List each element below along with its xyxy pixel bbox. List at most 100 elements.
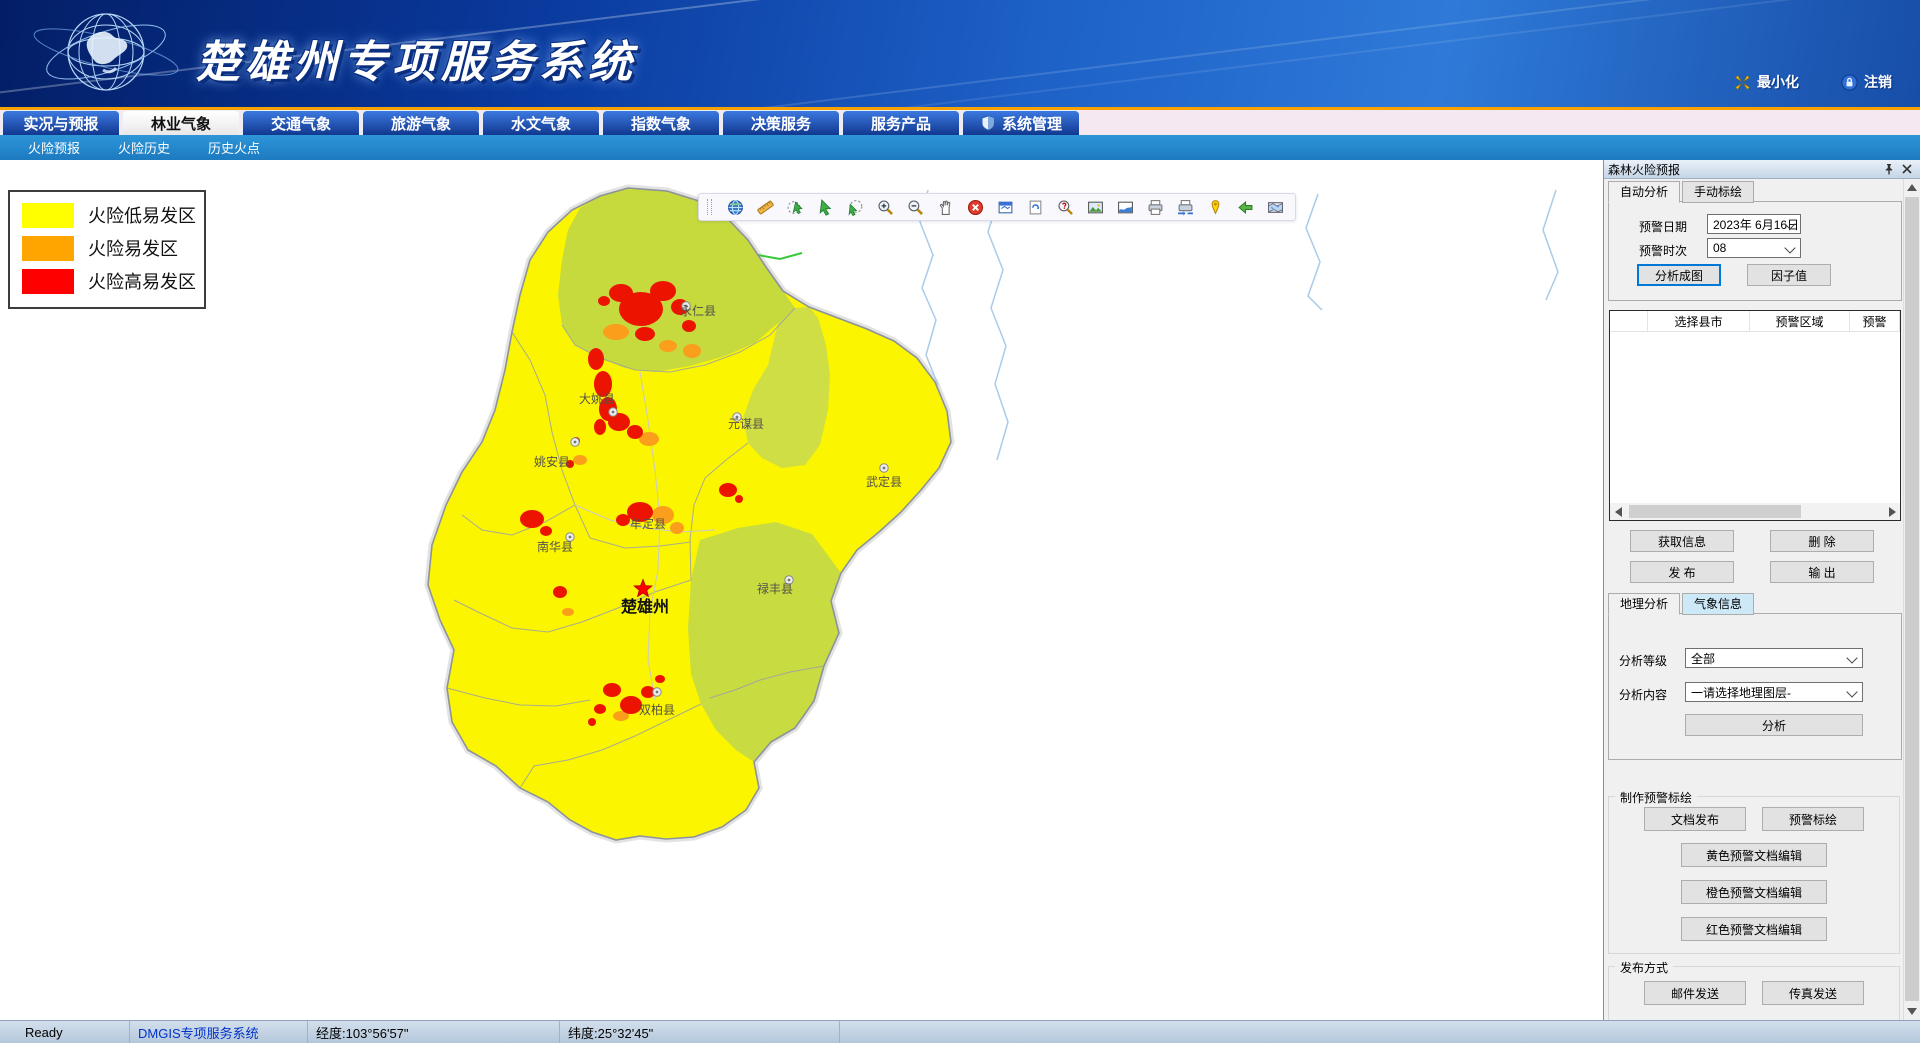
analyze-button[interactable]: 分析 [1685,714,1863,736]
tab-服务产品[interactable]: 服务产品 [842,110,960,135]
print-icon[interactable] [1146,198,1165,217]
select-polygon-icon[interactable] [846,198,865,217]
analysis-level-select[interactable]: 全部 [1685,648,1863,668]
action-buttons: 获取信息 删 除发 布 输 出 [1630,530,1882,583]
zoom-out-icon[interactable] [906,198,925,217]
time-select[interactable]: 08 [1707,238,1801,258]
publish-buttons: 邮件发送传真发送 [1609,981,1899,1005]
scroll-right-arrow[interactable] [1883,503,1900,520]
tab-label: 交通气象 [271,113,331,134]
map-canvas[interactable]: 永仁县元谋县大姚县姚安县武定县南华县牟定县禄丰县双柏县楚雄州 [0,160,1603,1020]
hscroll-thumb[interactable] [1629,505,1801,518]
submenu-火险历史[interactable]: 火险历史 [118,138,170,157]
county-marker [653,688,661,696]
panel-tab-手动标绘[interactable]: 手动标绘 [1682,181,1754,203]
tab-label: 决策服务 [751,113,811,134]
county-marker [609,408,617,416]
minimize-label: 最小化 [1757,72,1799,92]
map-label-永仁县: 永仁县 [680,304,716,318]
doc-edit-button-2[interactable]: 红色预警文档编辑 [1681,917,1827,941]
legend-item: 火险易发区 [22,235,204,261]
plot-row-buttons: 文档发布预警标绘 [1609,807,1899,831]
map-label-武定县: 武定县 [866,474,902,489]
header-actions: 最小化 注销 [1734,72,1892,92]
chevron-down-icon [1846,652,1857,663]
auto-analysis-page: 预警日期 2023年 6月16日 预警时次 08 分析成图 因子值 [1608,201,1902,301]
close-icon[interactable] [1898,161,1916,177]
action-button-2[interactable]: 发 布 [1630,561,1734,583]
tab-交通气象[interactable]: 交通气象 [242,110,360,135]
main-tabs: 实况与预报 林业气象 交通气象 旅游气象 水文气象指数气象 决策服务 服务产品系统管理 [0,110,1920,135]
select-arrow-icon[interactable] [816,198,835,217]
shield-icon [980,115,996,131]
scroll-down-arrow[interactable] [1904,1003,1920,1020]
tab-指数气象[interactable]: 指数气象 [602,110,720,135]
map-label-禄丰县: 禄丰县 [757,581,793,596]
scroll-up-arrow[interactable] [1904,179,1920,196]
app-header: 楚雄州专项服务系统 最小化 注销 [0,0,1920,107]
logout-button[interactable]: 注销 [1841,72,1892,92]
chevron-down-icon [1846,686,1857,697]
status-latitude: 纬度:25°32'45" [560,1021,840,1043]
plot-group-label: 制作预警标绘 [1615,789,1697,806]
globe-icon[interactable] [726,198,745,217]
vscroll-thumb[interactable] [1905,197,1919,1001]
pin-icon[interactable] [1880,161,1898,177]
map-overview-icon[interactable] [1266,198,1285,217]
send-button-0[interactable]: 邮件发送 [1644,981,1746,1005]
list-column-header[interactable]: 选择县市 [1648,311,1750,331]
tab-水文气象[interactable]: 水文气象 [482,110,600,135]
panel-tab-自动分析[interactable]: 自动分析 [1608,181,1680,203]
status-bar: Ready DMGIS专项服务系统 经度:103°56'57" 纬度:25°32… [0,1020,1920,1043]
tab-林业气象[interactable]: 林业气象 [122,110,240,135]
action-button-0[interactable]: 获取信息 [1630,530,1734,552]
send-button-1[interactable]: 传真发送 [1762,981,1864,1005]
date-select[interactable]: 2023年 6月16日 [1707,214,1801,234]
action-button-1[interactable]: 删 除 [1770,530,1874,552]
identify-icon[interactable] [1056,198,1075,217]
tab-实况与预报[interactable]: 实况与预报 [2,110,120,135]
stop-icon[interactable] [966,198,985,217]
refresh-icon[interactable] [1026,198,1045,217]
tab-决策服务[interactable]: 决策服务 [722,110,840,135]
full-extent-window-icon[interactable] [996,198,1015,217]
plot-button-0[interactable]: 文档发布 [1644,807,1746,831]
analyze-map-button[interactable]: 分析成图 [1637,264,1721,286]
submenu-火险预报[interactable]: 火险预报 [28,138,80,157]
list-column-header[interactable]: 预警 [1850,311,1900,331]
factor-value-button[interactable]: 因子值 [1747,264,1831,286]
toolbar-grip[interactable] [707,199,712,215]
panel-scrollbar[interactable] [1903,179,1920,1020]
pan-hand-icon[interactable] [936,198,955,217]
doc-edit-button-1[interactable]: 橙色预警文档编辑 [1681,880,1827,904]
image-export-icon[interactable] [1086,198,1105,217]
warning-list-hscrollbar[interactable] [1610,503,1900,520]
legend-item: 火险高易发区 [22,268,204,294]
action-button-3[interactable]: 输 出 [1770,561,1874,583]
status-system-link[interactable]: DMGIS专项服务系统 [130,1021,308,1043]
legend-label: 火险高易发区 [88,268,196,294]
scroll-left-arrow[interactable] [1610,503,1627,520]
zoom-in-icon[interactable] [876,198,895,217]
publish-groupbox: 发布方式 邮件发送传真发送 [1608,966,1900,1020]
list-column-header[interactable]: 预警区域 [1750,311,1850,331]
analysis-content-select[interactable]: 一请选择地理图层- [1685,682,1863,702]
tab-旅游气象[interactable]: 旅游气象 [362,110,480,135]
back-arrow-icon[interactable] [1236,198,1255,217]
minimize-button[interactable]: 最小化 [1734,72,1799,92]
plot-button-1[interactable]: 预警标绘 [1762,807,1864,831]
print-preview-icon[interactable] [1176,198,1195,217]
map-export-icon[interactable] [1116,198,1135,217]
doc-edit-button-0[interactable]: 黄色预警文档编辑 [1681,843,1827,867]
list-column-header[interactable] [1610,311,1648,331]
panel-tab-地理分析[interactable]: 地理分析 [1608,593,1680,615]
tab-label: 实况与预报 [23,113,98,134]
panel-tab-气象信息[interactable]: 气象信息 [1682,593,1754,615]
tab-系统管理[interactable]: 系统管理 [962,110,1080,135]
tab-label: 旅游气象 [391,113,451,134]
submenu-历史火点[interactable]: 历史火点 [208,138,260,157]
measure-ruler-icon[interactable] [756,198,775,217]
locate-pin-icon[interactable] [1206,198,1225,217]
map-label-牟定县: 牟定县 [630,516,666,531]
select-lasso-icon[interactable] [786,198,805,217]
